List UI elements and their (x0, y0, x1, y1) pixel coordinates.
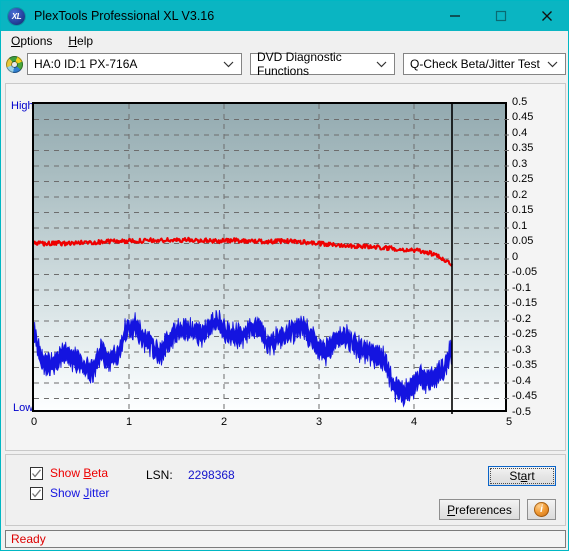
y-tick-label: -0.2 (512, 312, 531, 325)
lsn-value: 2298368 (188, 468, 235, 482)
window-controls (432, 1, 568, 31)
start-button-label: Start (509, 469, 535, 483)
test-select[interactable]: Q-Check Beta/Jitter Test (403, 53, 566, 75)
x-tick-label: 2 (220, 416, 228, 428)
menu-item-help[interactable]: Help (64, 32, 101, 50)
x-tick-label: 1 (125, 416, 133, 428)
chevron-down-icon (547, 57, 558, 71)
show-beta-checkbox[interactable]: Show Beta (30, 466, 108, 480)
preferences-button-label: Preferences (447, 502, 512, 517)
y-tick-label: -0.35 (512, 359, 538, 371)
y-tick-label: -0.5 (512, 405, 531, 418)
y-tick-label: -0.25 (512, 328, 538, 340)
y-tick-label: -0.3 (512, 343, 531, 356)
control-panel: Show Beta Show Jitter LSN: 2298368 Start… (5, 454, 566, 526)
optical-disc-icon (6, 56, 23, 73)
show-beta-label: Show Beta (50, 466, 109, 480)
start-button[interactable]: Start (488, 466, 556, 486)
y-axis-tick-labels: 0.5 0.45 0.4 0.35 0.3 0.25 0.2 0.15 0.1 0.05 0 -0.0… (512, 95, 564, 418)
y-tick-label: 0.2 (512, 188, 528, 201)
maximize-icon[interactable] (478, 1, 524, 31)
axis-label-high: High (11, 100, 34, 112)
y-tick-label: 0.4 (512, 126, 528, 139)
minimize-icon[interactable] (432, 1, 478, 31)
y-tick-label: 0.45 (512, 111, 534, 123)
y-tick-label: 0.5 (512, 95, 528, 108)
y-tick-label: 0.05 (512, 235, 534, 247)
preferences-button[interactable]: Preferences (439, 499, 520, 520)
y-tick-label: 0.15 (512, 204, 534, 216)
status-text: Ready (11, 532, 46, 546)
status-bar: Ready (5, 530, 566, 548)
y-tick-label: 0.3 (512, 157, 528, 170)
y-tick-label: -0.4 (512, 374, 531, 387)
test-select-value: Q-Check Beta/Jitter Test (410, 57, 540, 71)
close-icon[interactable] (524, 1, 568, 31)
y-tick-label: 0.35 (512, 142, 534, 154)
menubar: Options Help (1, 31, 568, 51)
check-icon (32, 468, 42, 478)
x-tick-label: 3 (315, 416, 323, 428)
plot-canvas (32, 102, 509, 414)
checkbox-box (30, 466, 43, 480)
x-tick-label: 4 (410, 416, 418, 428)
x-tick-label: 0 (30, 416, 38, 428)
y-tick-label: 0.25 (512, 173, 534, 185)
checkbox-box (30, 486, 43, 500)
y-tick-label: 0 (512, 250, 519, 263)
plot-area (32, 102, 509, 414)
drive-select-value: HA:0 ID:1 PX-716A (34, 57, 138, 71)
plextools-window: XL PlexTools Professional XL V3.16 Optio… (0, 0, 569, 551)
y-tick-label: 0.1 (512, 219, 528, 232)
menu-item-options[interactable]: Options (7, 32, 60, 50)
info-icon: i (534, 502, 549, 517)
y-tick-label: -0.1 (512, 281, 531, 294)
chevron-down-icon (223, 57, 234, 71)
x-axis-tick-labels: 0 1 2 3 4 5 (30, 416, 513, 434)
show-jitter-label: Show Jitter (50, 486, 110, 500)
y-tick-label: -0.15 (512, 297, 538, 309)
chart-panel: High Low 0.5 0.45 0.4 0.35 0.3 0.25 0.2 0.15 0.1… (5, 83, 566, 451)
x-tick-label: 5 (505, 416, 513, 428)
y-tick-label: -0.05 (512, 266, 538, 278)
app-logo-icon: XL (8, 7, 25, 25)
window-title: PlexTools Professional XL V3.16 (34, 9, 215, 23)
function-select[interactable]: DVD Diagnostic Functions (250, 50, 395, 78)
function-select-value: DVD Diagnostic Functions (257, 50, 342, 78)
axis-label-low: Low (13, 402, 34, 414)
drive-select[interactable]: HA:0 ID:1 PX-716A (27, 53, 242, 75)
show-jitter-checkbox[interactable]: Show Jitter (30, 486, 109, 500)
chart-svg (34, 104, 509, 414)
info-button[interactable]: i (527, 499, 556, 520)
lsn-label: LSN: (146, 468, 173, 482)
toolbar: HA:0 ID:1 PX-716A DVD Diagnostic Functio… (1, 50, 568, 78)
chevron-down-icon (376, 57, 387, 71)
check-icon (32, 488, 42, 498)
y-tick-label: -0.45 (512, 390, 538, 402)
window-titlebar: XL PlexTools Professional XL V3.16 (1, 1, 568, 31)
